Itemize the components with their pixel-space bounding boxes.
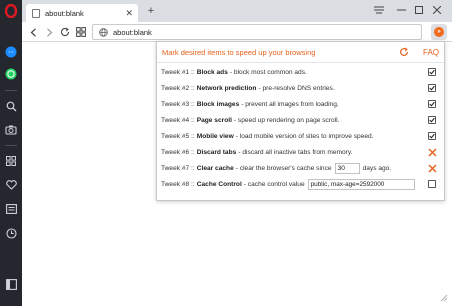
extension-button[interactable]: » bbox=[431, 24, 447, 40]
tweak-prefix: Tweek #3 :: bbox=[161, 100, 195, 108]
history-icon[interactable] bbox=[0, 225, 22, 241]
tweak-row-clear-cache: Tweek #7 :: Clear cache - clear the brow… bbox=[157, 160, 444, 176]
cache-control-value-input[interactable] bbox=[307, 178, 415, 190]
globe-icon bbox=[99, 27, 108, 37]
speed-dial-icon[interactable] bbox=[0, 153, 22, 169]
opera-sidebar bbox=[0, 0, 22, 306]
tweak-prefix: Tweek #8 :: bbox=[161, 180, 195, 188]
search-icon[interactable] bbox=[0, 98, 22, 114]
tweak-suffix: days ago. bbox=[362, 164, 392, 172]
cache-control-checkbox[interactable] bbox=[427, 179, 437, 189]
popup-title: Mark desired items to speed up your brow… bbox=[162, 48, 316, 57]
tweak-description: - clear the browser's cache since bbox=[235, 164, 332, 172]
tweak-name: Discard tabs bbox=[196, 148, 237, 156]
tweak-row-block-ads: Tweek #1 :: Block ads - block most commo… bbox=[157, 64, 444, 80]
tweak-description: - pre-resolve DNS entries. bbox=[258, 84, 335, 92]
network-prediction-checkbox[interactable] bbox=[427, 83, 437, 93]
close-window-button[interactable] bbox=[426, 3, 448, 17]
tweak-prefix: Tweek #1 :: bbox=[161, 68, 195, 76]
heart-icon[interactable] bbox=[0, 177, 22, 193]
sidebar-divider bbox=[5, 90, 17, 91]
block-ads-checkbox[interactable] bbox=[427, 67, 437, 77]
news-icon[interactable] bbox=[0, 201, 22, 217]
faq-link[interactable]: FAQ bbox=[423, 48, 439, 57]
page-icon bbox=[32, 8, 40, 18]
tweak-row-discard-tabs: Tweek #6 :: Discard tabs - discard all i… bbox=[157, 144, 444, 160]
tweak-description: - load mobile version of sites to improv… bbox=[235, 132, 374, 140]
extension-popup: Mark desired items to speed up your brow… bbox=[156, 41, 445, 201]
tweak-name: Mobile view bbox=[196, 132, 234, 140]
tweak-row-mobile-view: Tweek #5 :: Mobile view - load mobile ve… bbox=[157, 128, 444, 144]
new-tab-button[interactable]: + bbox=[145, 5, 157, 17]
easy-setup-button[interactable] bbox=[368, 3, 390, 17]
clear-cache-unavailable-icon[interactable] bbox=[427, 163, 437, 173]
refresh-icon[interactable] bbox=[398, 46, 410, 58]
camera-icon[interactable] bbox=[0, 122, 22, 138]
back-button[interactable] bbox=[26, 25, 40, 39]
tweak-description: - speed up rendering on page scroll. bbox=[233, 116, 340, 124]
sidebar-toggle-icon[interactable] bbox=[0, 276, 22, 292]
close-tab-icon[interactable]: ✕ bbox=[125, 7, 133, 19]
tweak-prefix: Tweek #4 :: bbox=[161, 116, 195, 124]
tweak-name: Clear cache bbox=[196, 164, 234, 172]
resize-handle-icon[interactable] bbox=[440, 294, 448, 302]
tweak-description: - prevent all images from loading. bbox=[241, 100, 339, 108]
address-toolbar: about:blank » bbox=[22, 22, 452, 42]
mobile-view-checkbox[interactable] bbox=[427, 131, 437, 141]
tweak-list: Tweek #1 :: Block ads - block most commo… bbox=[157, 64, 444, 192]
forward-button[interactable] bbox=[42, 25, 56, 39]
reload-button[interactable] bbox=[58, 25, 72, 39]
tweak-prefix: Tweek #7 :: bbox=[161, 164, 195, 172]
tweak-row-page-scroll: Tweek #4 :: Page scroll - speed up rende… bbox=[157, 112, 444, 128]
address-bar[interactable]: about:blank bbox=[92, 24, 422, 40]
sidebar-divider bbox=[5, 145, 17, 146]
popup-header: Mark desired items to speed up your brow… bbox=[157, 42, 444, 63]
clear-cache-days-input[interactable] bbox=[334, 162, 360, 174]
opera-logo-icon[interactable] bbox=[0, 3, 22, 19]
messenger-icon[interactable] bbox=[0, 44, 22, 60]
tweak-name: Network prediction bbox=[196, 84, 257, 92]
tweak-prefix: Tweek #2 :: bbox=[161, 84, 195, 92]
speed-dial-icon[interactable] bbox=[74, 25, 88, 39]
tab-about-blank[interactable]: about:blank ✕ bbox=[26, 4, 138, 22]
tweak-name: Cache Control bbox=[196, 180, 242, 188]
tweak-name: Page scroll bbox=[196, 116, 232, 124]
tweak-prefix: Tweek #5 :: bbox=[161, 132, 195, 140]
speed-extension-icon: » bbox=[434, 27, 444, 37]
tweak-description: - cache control value bbox=[243, 180, 305, 188]
tweak-row-network-prediction: Tweek #2 :: Network prediction - pre-res… bbox=[157, 80, 444, 96]
page-scroll-checkbox[interactable] bbox=[427, 115, 437, 125]
whatsapp-icon[interactable] bbox=[0, 66, 22, 82]
tweak-name: Block images bbox=[196, 100, 240, 108]
tweak-row-block-images: Tweek #3 :: Block images - prevent all i… bbox=[157, 96, 444, 112]
url-text: about:blank bbox=[113, 27, 152, 37]
discard-tabs-unavailable-icon[interactable] bbox=[427, 147, 437, 157]
tweak-description: - block most common ads. bbox=[229, 68, 307, 76]
tweak-description: - discard all inactive tabs from memory. bbox=[238, 148, 353, 156]
tab-title: about:blank bbox=[45, 8, 84, 18]
tab-strip: about:blank ✕ + bbox=[22, 0, 452, 22]
tweak-name: Block ads bbox=[196, 68, 228, 76]
block-images-checkbox[interactable] bbox=[427, 99, 437, 109]
tweak-prefix: Tweek #6 :: bbox=[161, 148, 195, 156]
tweak-row-cache-control: Tweek #8 :: Cache Control - cache contro… bbox=[157, 176, 444, 192]
